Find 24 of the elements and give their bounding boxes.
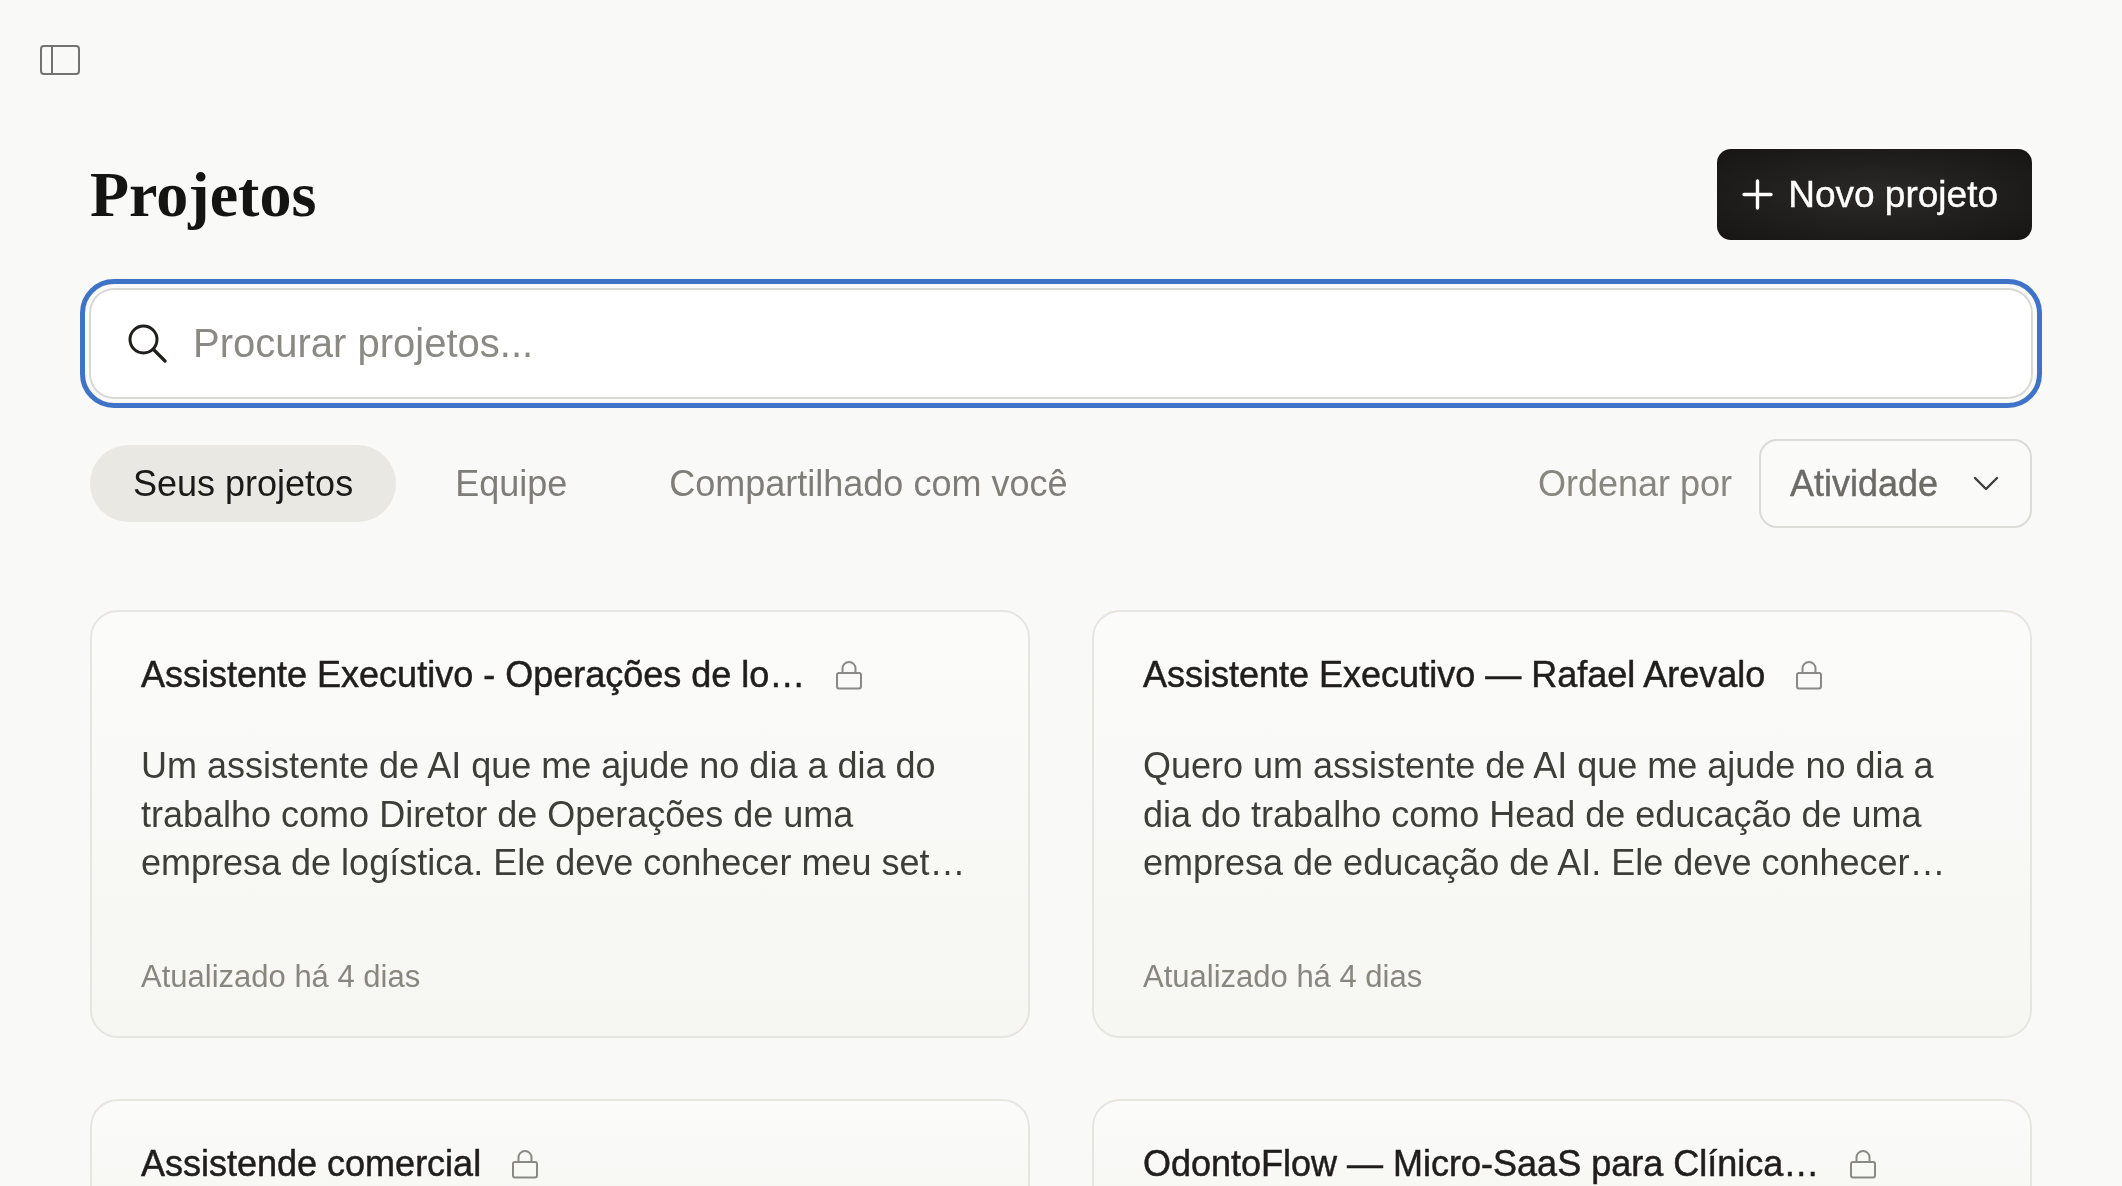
project-description: Quero um assistente de AI que me ajude no dia a dia do trabalho como Head de educação de uma empresa de educação de AI. Ele deve conhecer… [1143, 744, 1947, 885]
project-card[interactable]: Assistende comercial [90, 1098, 1030, 1186]
project-title: Assistente Executivo — Rafael Arevalo [1143, 655, 1766, 695]
plus-icon [1742, 179, 1774, 210]
project-title: Assistente Executivo - Operações de lo… [141, 655, 806, 695]
updated-date: Atualizado há 4 dias [141, 957, 422, 996]
project-description: Um assistente de AI que me ajude no dia a dia do trabalho como Diretor de Operações de uma empresa de logística. Ele deve conhecer meu set… [141, 744, 967, 885]
search-field[interactable]: Procurar projetos... [80, 279, 2042, 408]
project-title: Assistende comercial [141, 1143, 482, 1184]
sort-dropdown[interactable]: Atividade [1759, 439, 2032, 528]
new-project-button[interactable]: Novo projeto [1717, 149, 2032, 240]
project-card[interactable]: Assistente Executivo - Operações de lo… Um assistente de AI que me ajude no dia a dia do trabalho como Diretor de Operações de uma empresa de logística. Ele deve conhecer meu set… Atualizado há 4 dias [90, 610, 1030, 1038]
tab[interactable]: Equipe [412, 445, 611, 522]
chevron-down-icon [1973, 476, 1999, 491]
search-icon [127, 323, 167, 363]
page-title: Projetos [90, 158, 317, 231]
project-card[interactable]: Assistente Executivo — Rafael Arevalo Quero um assistente de AI que me ajude no dia a dia do trabalho como Head de educação de uma empresa de educação de AI. Ele deve conhecer… Atualizado há 4 dias [1092, 610, 2032, 1038]
tab[interactable]: Seus projetos [90, 445, 397, 522]
project-title: OdontoFlow — Micro-SaaS para Clínica… [1143, 1143, 1820, 1184]
sort-label: Ordenar por [1537, 462, 1732, 505]
tab[interactable]: Compartilhado com você [626, 445, 1111, 522]
updated-date: Atualizado há 4 dias [1143, 957, 1424, 996]
sidebar-toggle-icon[interactable] [40, 45, 80, 75]
project-card[interactable]: OdontoFlow — Micro-SaaS para Clínica… [1092, 1098, 2032, 1186]
